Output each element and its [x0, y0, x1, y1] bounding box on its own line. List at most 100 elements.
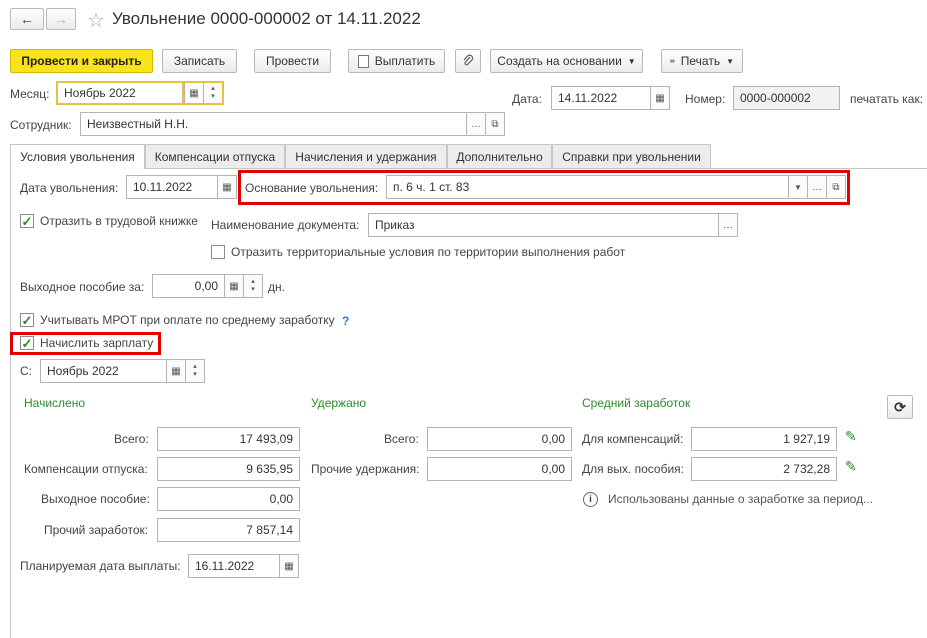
reflect-book-checkbox[interactable]: ✓: [20, 214, 34, 228]
accrued-other-field[interactable]: 7 857,14: [157, 518, 300, 542]
stepper-down-icon: ▾: [211, 93, 215, 100]
from-label: С:: [20, 364, 32, 378]
doc-name-label: Наименование документа:: [211, 218, 360, 232]
days-label: дн.: [268, 280, 285, 294]
paperclip-icon: [463, 54, 474, 66]
pay-button-label: Выплатить: [374, 54, 436, 68]
printer-icon: [670, 58, 675, 64]
employee-open-button[interactable]: ⧉: [485, 112, 505, 136]
tab-additional[interactable]: Дополнительно: [447, 144, 552, 168]
employee-select-button[interactable]: …: [466, 112, 486, 136]
withheld-total-field[interactable]: 0,00: [427, 427, 572, 451]
print-button[interactable]: Печать ▼: [661, 49, 743, 73]
dismissal-basis-dropdown[interactable]: ▼: [788, 175, 808, 199]
withheld-title: Удержано: [311, 396, 367, 410]
calendar-icon: ▦: [222, 181, 232, 193]
severance-stepper[interactable]: ▴ ▾: [243, 274, 263, 298]
dismissal-date-label: Дата увольнения:: [20, 181, 119, 195]
tab-vacation-compensation[interactable]: Компенсации отпуска: [145, 144, 285, 168]
calendar-icon: ▦: [171, 365, 181, 377]
month-field[interactable]: Ноябрь 2022: [56, 81, 184, 105]
date-field[interactable]: 14.11.2022: [551, 86, 651, 110]
calculator-icon: ▦: [229, 280, 239, 292]
severance-field[interactable]: 0,00: [152, 274, 225, 298]
accrued-total-field[interactable]: 17 493,09: [157, 427, 300, 451]
withheld-other-field[interactable]: 0,00: [427, 457, 572, 481]
number-label: Номер:: [685, 92, 726, 106]
edit-sev-pencil-icon[interactable]: ✎: [845, 458, 857, 475]
accrued-title: Начислено: [24, 396, 86, 410]
accrued-severance-field[interactable]: 0,00: [157, 487, 300, 511]
calendar-icon: ▦: [189, 87, 199, 99]
number-field[interactable]: 0000-000002: [733, 86, 840, 110]
territorial-checkbox[interactable]: [211, 245, 225, 259]
open-window-icon: ⧉: [832, 181, 840, 193]
accrued-vacation-label: Компенсации отпуска:: [24, 462, 148, 476]
help-icon[interactable]: ?: [342, 314, 349, 328]
create-based-on-button[interactable]: Создать на основании ▼: [490, 49, 643, 73]
stepper-up-icon: ▴: [193, 363, 197, 370]
date-calendar-button[interactable]: ▦: [650, 86, 670, 110]
dropdown-arrow-icon: ▼: [794, 182, 802, 192]
from-calendar-button[interactable]: ▦: [166, 359, 186, 383]
dismissal-basis-field[interactable]: п. 6 ч. 1 ст. 83: [386, 175, 789, 199]
post-and-close-button[interactable]: Провести и закрыть: [10, 49, 153, 73]
accrued-vacation-field[interactable]: 9 635,95: [157, 457, 300, 481]
refresh-button[interactable]: ⟳: [887, 395, 913, 419]
open-window-icon: ⧉: [491, 118, 499, 130]
doc-name-select-button[interactable]: …: [718, 213, 738, 237]
average-sev-field[interactable]: 2 732,28: [691, 457, 837, 481]
from-month-field[interactable]: Ноябрь 2022: [40, 359, 167, 383]
forward-button[interactable]: →: [46, 8, 76, 30]
edit-comp-pencil-icon[interactable]: ✎: [845, 428, 857, 445]
accrue-salary-checkbox[interactable]: ✓: [20, 336, 34, 350]
attach-button[interactable]: [455, 49, 481, 73]
stepper-down-icon: ▾: [251, 286, 255, 293]
mrot-checkbox[interactable]: ✓: [20, 313, 34, 327]
territorial-label: Отразить территориальные условия по терр…: [231, 245, 626, 259]
payout-date-calendar-button[interactable]: ▦: [279, 554, 299, 578]
withheld-total-label: Всего:: [384, 432, 419, 446]
dismissal-date-calendar-button[interactable]: ▦: [217, 175, 237, 199]
back-button[interactable]: ←: [10, 8, 44, 30]
payout-date-field[interactable]: 16.11.2022: [188, 554, 280, 578]
accrue-salary-label: Начислить зарплату: [40, 336, 154, 350]
average-info-link[interactable]: Использованы данные о заработке за перио…: [608, 492, 873, 506]
accrued-severance-label: Выходное пособие:: [41, 492, 150, 506]
employee-field[interactable]: Неизвестный Н.Н.: [80, 112, 467, 136]
tab-dismissal-conditions[interactable]: Условия увольнения: [10, 144, 145, 169]
from-stepper[interactable]: ▴ ▾: [185, 359, 205, 383]
month-label: Месяц:: [10, 87, 50, 101]
month-calendar-button[interactable]: ▦: [184, 81, 204, 105]
post-button[interactable]: Провести: [254, 49, 331, 73]
dismissal-basis-open-button[interactable]: ⧉: [826, 175, 846, 199]
print-as-label: печатать как:: [850, 92, 924, 106]
accrued-total-label: Всего:: [114, 432, 149, 446]
dismissal-basis-select-button[interactable]: …: [807, 175, 827, 199]
month-stepper[interactable]: ▴ ▾: [203, 81, 224, 105]
favorite-star-icon[interactable]: ☆: [87, 8, 105, 33]
calendar-icon: ▦: [655, 92, 665, 104]
average-comp-field[interactable]: 1 927,19: [691, 427, 837, 451]
stepper-up-icon: ▴: [211, 85, 215, 92]
forward-arrow-icon: →: [54, 11, 68, 27]
average-title: Средний заработок: [582, 396, 691, 410]
save-button[interactable]: Записать: [162, 49, 237, 73]
create-based-on-label: Создать на основании: [497, 54, 622, 68]
mrot-label: Учитывать МРОТ при оплате по среднему за…: [40, 313, 335, 327]
accrued-other-label: Прочий заработок:: [44, 523, 149, 537]
date-label: Дата:: [512, 92, 542, 106]
dismissal-basis-label: Основание увольнения:: [245, 181, 379, 195]
pay-button[interactable]: Выплатить: [348, 49, 445, 73]
severance-label: Выходное пособие за:: [20, 280, 145, 294]
dropdown-arrow-icon: ▼: [726, 56, 734, 66]
payout-date-label: Планируемая дата выплаты:: [20, 559, 181, 573]
dismissal-date-field[interactable]: 10.11.2022: [126, 175, 218, 199]
tab-dismissal-certificates[interactable]: Справки при увольнении: [552, 144, 711, 168]
refresh-icon: ⟳: [894, 398, 906, 415]
tab-accruals-deductions[interactable]: Начисления и удержания: [285, 144, 447, 168]
severance-calc-button[interactable]: ▦: [224, 274, 244, 298]
doc-name-field[interactable]: Приказ: [368, 213, 719, 237]
withheld-other-label: Прочие удержания:: [311, 462, 420, 476]
average-comp-label: Для компенсаций:: [582, 432, 684, 446]
